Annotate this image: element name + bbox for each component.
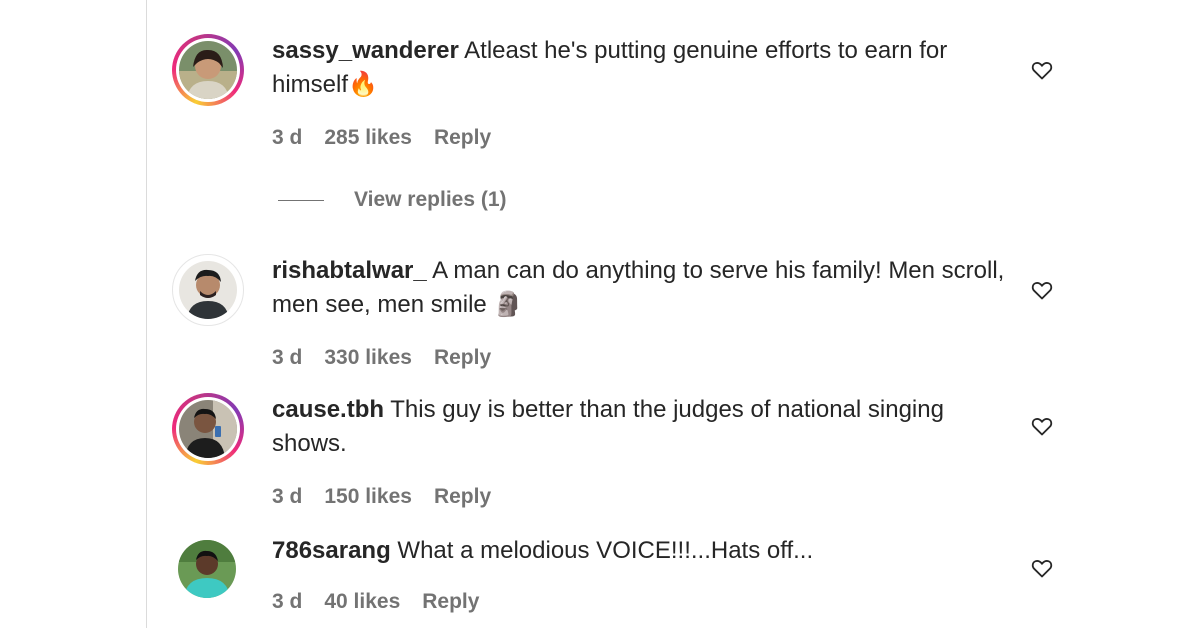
avatar[interactable] — [172, 393, 244, 465]
comment-username[interactable]: rishabtalwar_ — [272, 257, 427, 284]
comment-likes[interactable]: 40 likes — [324, 590, 400, 614]
comment-likes[interactable]: 330 likes — [324, 346, 412, 370]
comment-username[interactable]: 786sarang — [272, 537, 391, 564]
avatar[interactable] — [172, 34, 244, 106]
comment-time[interactable]: 3 d — [272, 590, 302, 614]
fire-emoji: 🔥 — [348, 71, 378, 98]
heart-icon[interactable] — [1030, 556, 1054, 580]
reply-button[interactable]: Reply — [434, 346, 491, 370]
avatar-photo — [179, 400, 237, 458]
avatar-photo — [179, 261, 237, 319]
comment-username[interactable]: sassy_wanderer — [272, 37, 459, 64]
reply-button[interactable]: Reply — [434, 126, 491, 150]
comment-time[interactable]: 3 d — [272, 485, 302, 509]
comment-meta: 3 d 40 likes Reply — [272, 590, 479, 614]
comment-likes[interactable]: 285 likes — [324, 126, 412, 150]
comment-time[interactable]: 3 d — [272, 126, 302, 150]
comment-time[interactable]: 3 d — [272, 346, 302, 370]
comment-text: cause.tbh This guy is better than the ju… — [272, 393, 1007, 461]
moai-emoji: 🗿 — [493, 291, 524, 318]
panel-left-border — [146, 0, 147, 628]
comment-meta: 3 d 330 likes Reply — [272, 346, 491, 370]
avatar-photo — [178, 540, 236, 598]
comment-body: What a melodious VOICE!!!...Hats off... — [397, 537, 814, 564]
avatar[interactable] — [172, 254, 244, 326]
avatar-photo — [179, 41, 237, 99]
reply-button[interactable]: Reply — [422, 590, 479, 614]
heart-icon[interactable] — [1030, 278, 1054, 302]
comment-likes[interactable]: 150 likes — [324, 485, 412, 509]
comment-text: sassy_wanderer Atleast he's putting genu… — [272, 34, 1007, 102]
comment-text: rishabtalwar_ A man can do anything to s… — [272, 254, 1007, 322]
heart-icon[interactable] — [1030, 58, 1054, 82]
reply-button[interactable]: Reply — [434, 485, 491, 509]
comment-meta: 3 d 285 likes Reply — [272, 126, 491, 150]
comment-username[interactable]: cause.tbh — [272, 396, 384, 423]
view-replies-label[interactable]: View replies (1) — [354, 188, 507, 212]
avatar[interactable] — [172, 534, 244, 606]
comment-meta: 3 d 150 likes Reply — [272, 485, 491, 509]
comment-text: 786sarang What a melodious VOICE!!!...Ha… — [272, 534, 1007, 568]
heart-icon[interactable] — [1030, 414, 1054, 438]
view-replies-button[interactable]: View replies (1) — [278, 188, 507, 212]
view-replies-divider — [278, 199, 324, 201]
